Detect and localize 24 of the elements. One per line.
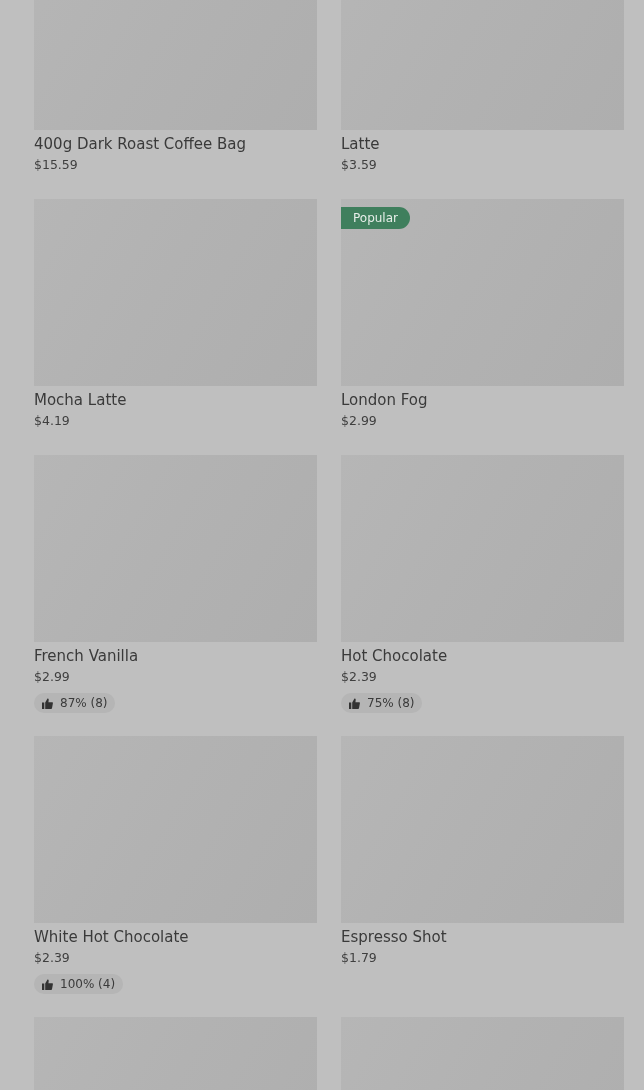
product-price: $2.39 <box>34 949 71 967</box>
product-name[interactable]: French Vanilla <box>34 646 317 666</box>
popular-badge: Popular <box>341 207 410 229</box>
product-price: $3.59 <box>341 156 378 174</box>
product-price: $2.99 <box>341 412 378 430</box>
thumbs-up-icon <box>42 978 53 990</box>
product-name[interactable]: 400g Dark Roast Coffee Bag <box>34 134 317 154</box>
product-name[interactable]: Hot Chocolate <box>341 646 624 666</box>
product-name[interactable]: White Hot Chocolate <box>34 927 317 947</box>
rating-text: 75% (8) <box>367 696 415 710</box>
thumbs-up-icon <box>42 697 53 709</box>
rating-text: 87% (8) <box>60 696 108 710</box>
product-price: $1.79 <box>341 949 378 967</box>
product-name[interactable]: Mocha Latte <box>34 390 317 410</box>
product-price: $4.19 <box>34 412 71 430</box>
product-price: $2.99 <box>34 668 71 686</box>
product-price: $2.39 <box>341 668 378 686</box>
thumbs-up-icon <box>349 697 360 709</box>
image-placeholder[interactable]: Popular <box>341 199 624 386</box>
product-price: $15.59 <box>34 156 79 174</box>
product-name[interactable]: Latte <box>341 134 624 154</box>
rating-text: 100% (4) <box>60 977 116 991</box>
product-name[interactable]: London Fog <box>341 390 624 410</box>
product-name[interactable]: Espresso Shot <box>341 927 624 947</box>
